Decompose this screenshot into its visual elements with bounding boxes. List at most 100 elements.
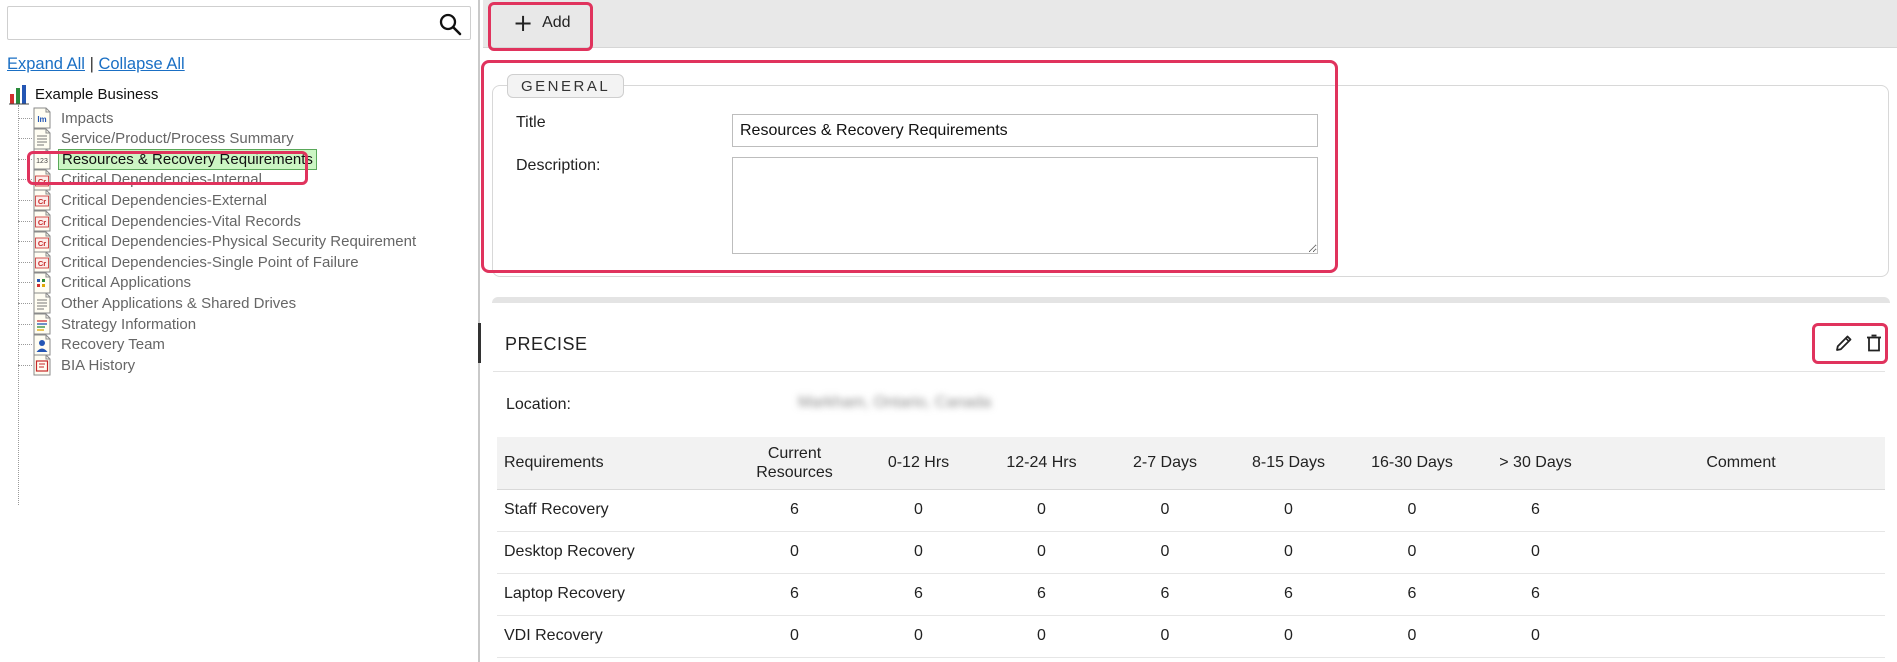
precise-divider: [493, 371, 1885, 372]
tree-connector: [18, 344, 32, 346]
table-cell: 0: [857, 489, 980, 532]
table-cell: 6: [1474, 573, 1597, 616]
title-label: Title: [516, 114, 546, 131]
toolbar: + Add: [483, 0, 1897, 51]
title-field[interactable]: [732, 114, 1318, 147]
tree-root-example-business[interactable]: Example Business: [8, 83, 158, 105]
tree-item-label: Impacts: [61, 109, 114, 127]
table-cell: 0: [980, 615, 1103, 658]
column-header: 0-12 Hrs: [887, 454, 950, 472]
table-row[interactable]: VDI Recovery 0 0 0 0 0 0 0: [497, 615, 1885, 658]
tree-item-label: Critical Dependencies-External: [61, 191, 267, 209]
location-value: Markham, Ontario, Canada: [798, 394, 991, 411]
tree-connector: [18, 138, 32, 140]
history-doc-icon: [33, 354, 51, 376]
table-cell: 0: [1350, 489, 1474, 532]
table-cell: 0: [1227, 615, 1350, 658]
collapse-all-link[interactable]: Collapse All: [98, 55, 184, 73]
tree-connector: [18, 282, 32, 284]
table-cell: 0: [1474, 615, 1597, 658]
tree-connector: [18, 302, 32, 304]
svg-text:123: 123: [36, 158, 48, 165]
content-panel: + Add GENERAL Title Description: PRECISE…: [481, 0, 1897, 662]
table-cell: 0: [1227, 531, 1350, 574]
table-row[interactable]: Laptop Recovery 6 6 6 6 6 6 6: [497, 573, 1885, 616]
tree-connector: [18, 117, 32, 119]
link-separator: |: [89, 55, 94, 73]
precise-title: PRECISE: [505, 334, 588, 354]
svg-text:Cr: Cr: [38, 259, 46, 268]
navigation-panel: Expand All | Collapse All Example Busine…: [0, 0, 481, 662]
tree-connector: [18, 220, 32, 222]
table-row[interactable]: Staff Recovery 6 0 0 0 0 0 6: [497, 489, 1885, 532]
tree-connector: [18, 179, 32, 181]
table-cell: 0: [1103, 489, 1227, 532]
plus-icon: +: [513, 9, 534, 37]
tree-item-label: Critical Dependencies-Internal: [61, 171, 262, 189]
table-cell: 6: [1227, 573, 1350, 616]
tree-item-label: Recovery Team: [61, 336, 165, 354]
edit-pencil-icon[interactable]: [1834, 333, 1854, 353]
table-cell: [1597, 573, 1885, 616]
description-label: Description:: [516, 157, 601, 174]
table-cell: [1597, 531, 1885, 574]
table-row[interactable]: Desktop Recovery 0 0 0 0 0 0 0: [497, 531, 1885, 574]
table-cell: 0: [732, 531, 857, 574]
tree-connector: [18, 364, 32, 366]
tree-item-label: Critical Dependencies-Physical Security …: [61, 233, 417, 251]
description-field[interactable]: [732, 157, 1318, 254]
table-cell: 0: [980, 489, 1103, 532]
search-input[interactable]: [8, 7, 428, 39]
tree-item-label: Critical Applications: [61, 274, 192, 292]
tree-item[interactable]: BIA History: [18, 353, 138, 377]
tree-root-label: Example Business: [35, 85, 159, 103]
column-header: Current Resources: [756, 444, 833, 481]
expand-all-link[interactable]: Expand All: [7, 55, 85, 73]
expand-collapse-links: Expand All | Collapse All: [7, 55, 185, 74]
table-cell: 0: [732, 615, 857, 658]
table-cell: 0: [1474, 531, 1597, 574]
table-cell: 6: [857, 573, 980, 616]
column-header: 8-15 Days: [1252, 454, 1325, 472]
tree-connector: [18, 241, 32, 243]
table-cell: 0: [1103, 531, 1227, 574]
table-cell: 6: [732, 489, 857, 532]
precise-actions: [1812, 333, 1884, 353]
trash-icon[interactable]: [1864, 333, 1884, 353]
tree-connector: [18, 323, 32, 325]
tree-item-label: Service/Product/Process Summary: [61, 130, 294, 148]
table-cell: 0: [980, 531, 1103, 574]
table-cell: 0: [1350, 615, 1474, 658]
tree-item-label: Strategy Information: [61, 315, 197, 333]
search-icon[interactable]: [438, 12, 462, 36]
svg-text:Cr: Cr: [38, 177, 46, 186]
column-header: Comment: [1706, 454, 1776, 472]
tree-item-label: Critical Dependencies-Vital Records: [61, 212, 301, 230]
tree-connector: [18, 261, 32, 263]
tree-connector: [18, 199, 32, 201]
column-header: 16-30 Days: [1371, 454, 1453, 472]
column-header: 12-24 Hrs: [1006, 454, 1077, 472]
table-header-row: Requirements Current Resources 0-12 Hrs 12-…: [497, 437, 1885, 489]
tree-item-label: Resources & Recovery Requirements: [58, 148, 317, 170]
bar-chart-icon: [9, 85, 29, 105]
table-cell: 0: [857, 615, 980, 658]
location-label: Location:: [506, 396, 571, 413]
table-cell: 6: [1474, 489, 1597, 532]
table-cell: 6: [1103, 573, 1227, 616]
table-cell: 0: [1103, 615, 1227, 658]
table-cell: 0: [857, 531, 980, 574]
svg-text:Cr: Cr: [38, 239, 46, 248]
column-header: > 30 Days: [1499, 454, 1572, 472]
panel-splitter-handle[interactable]: [478, 323, 481, 363]
tree-item-label: BIA History: [61, 356, 136, 374]
general-legend: GENERAL: [507, 74, 625, 98]
table-cell: [1597, 489, 1885, 532]
tree-item-label: Other Applications & Shared Drives: [61, 294, 297, 312]
requirement-name-cell: VDI Recovery: [497, 615, 732, 658]
requirements-table: Requirements Current Resources 0-12 Hrs 12-…: [497, 437, 1885, 658]
table-cell: 6: [1350, 573, 1474, 616]
add-button[interactable]: + Add: [513, 10, 571, 36]
table-cell: 6: [980, 573, 1103, 616]
table-cell: 0: [1227, 489, 1350, 532]
